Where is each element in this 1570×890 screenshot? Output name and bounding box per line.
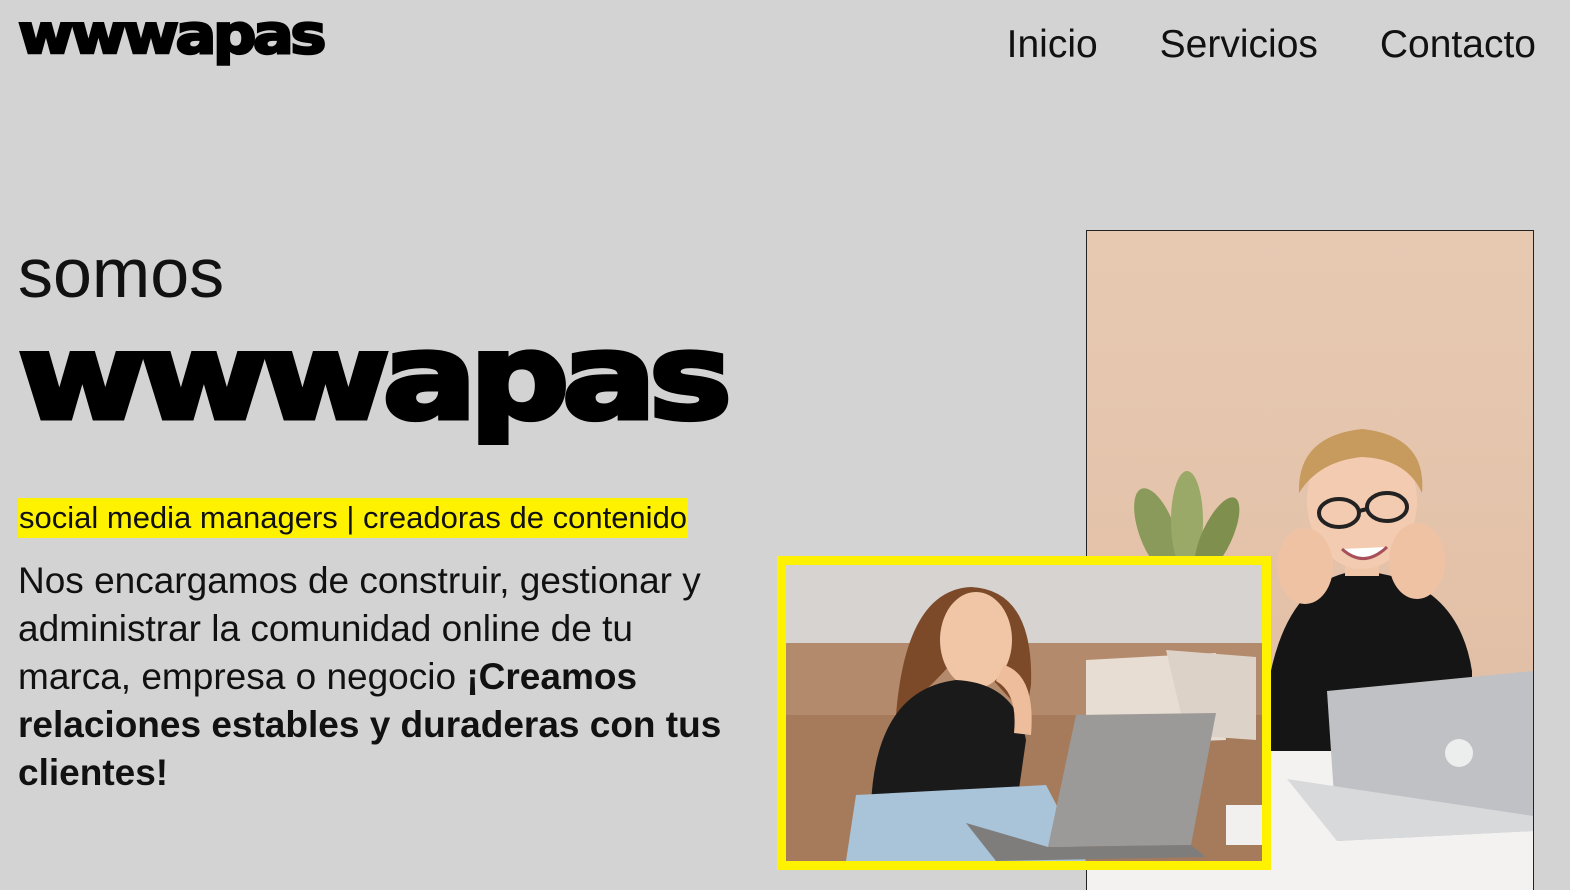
- nav-link-servicios[interactable]: Servicios: [1160, 23, 1318, 66]
- main-nav: Inicio Servicios Contacto: [1007, 23, 1536, 67]
- photo-woman-laptop-illustration: [786, 565, 1262, 861]
- logo[interactable]: wwwapas: [17, 6, 328, 63]
- hero-pretitle: somos: [18, 234, 225, 312]
- hero-tagline: social media managers | creadoras de con…: [18, 498, 689, 538]
- hero-description: Nos encargamos de construir, gestionar y…: [18, 557, 738, 797]
- nav-link-inicio[interactable]: Inicio: [1007, 23, 1098, 66]
- photo-woman-laptop: [777, 556, 1271, 870]
- nav-link-contacto[interactable]: Contacto: [1380, 23, 1536, 66]
- hero-brand-title: wwwapas: [15, 308, 735, 446]
